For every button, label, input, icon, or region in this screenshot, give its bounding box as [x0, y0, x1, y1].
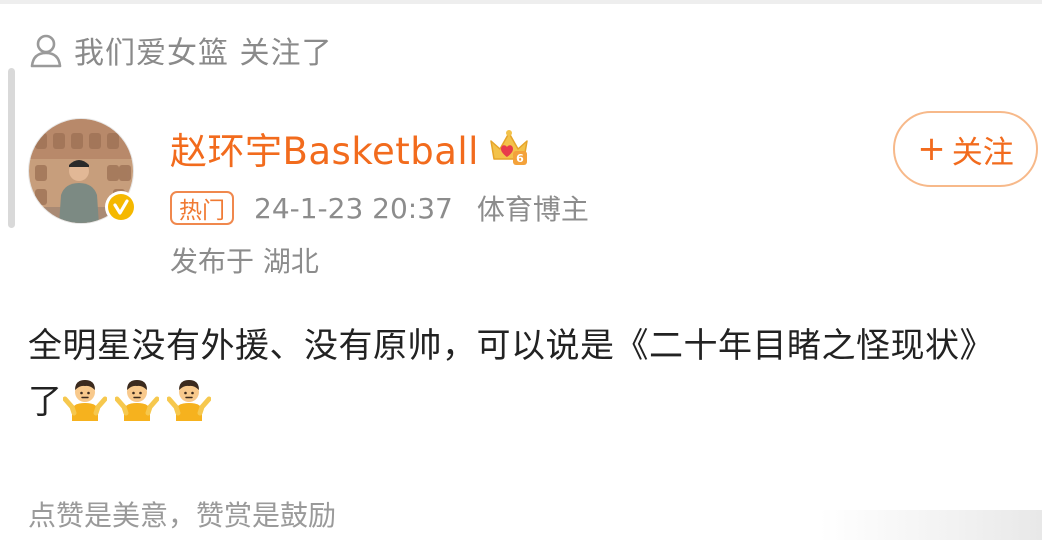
crown-icon: 6 — [490, 130, 528, 165]
plus-icon: + — [917, 129, 946, 169]
scrollbar-thumb[interactable] — [8, 68, 15, 228]
shrug-emoji-icon — [114, 380, 159, 421]
shrug-emoji-icon — [62, 380, 107, 421]
bottom-fade — [820, 510, 1042, 540]
post-location: 发布于 湖北 — [170, 245, 319, 278]
emoji-group — [62, 380, 219, 422]
crown-level: 6 — [516, 152, 524, 165]
follow-button[interactable]: + 关注 — [893, 111, 1038, 187]
author-line: 赵环宇Basketball 6 — [170, 121, 531, 175]
post-meta: 热门 24-1-23 20:37 体育博主 — [170, 188, 589, 228]
post-content: 全明星没有外援、没有原帅，可以说是《二十年目睹之怪现状》了 — [28, 318, 1018, 430]
follow-button-label: 关注 — [951, 134, 1014, 171]
author-avatar-wrap[interactable] — [28, 118, 137, 224]
follow-notice-text: 我们爱女篮 关注了 — [74, 36, 333, 71]
post-time: 24-1-23 20:37 — [254, 191, 453, 225]
shrug-emoji-icon — [166, 380, 211, 421]
author-name[interactable]: 赵环宇Basketball — [170, 121, 479, 175]
follow-notice: 我们爱女篮 关注了 — [28, 30, 333, 71]
verified-badge-icon — [105, 191, 137, 223]
hot-tag[interactable]: 热门 — [170, 191, 234, 225]
author-category: 体育博主 — [476, 193, 589, 226]
person-icon — [30, 34, 62, 68]
top-divider — [0, 0, 1042, 4]
reward-prompt[interactable]: 点赞是美意，赞赏是鼓励 — [28, 494, 336, 534]
